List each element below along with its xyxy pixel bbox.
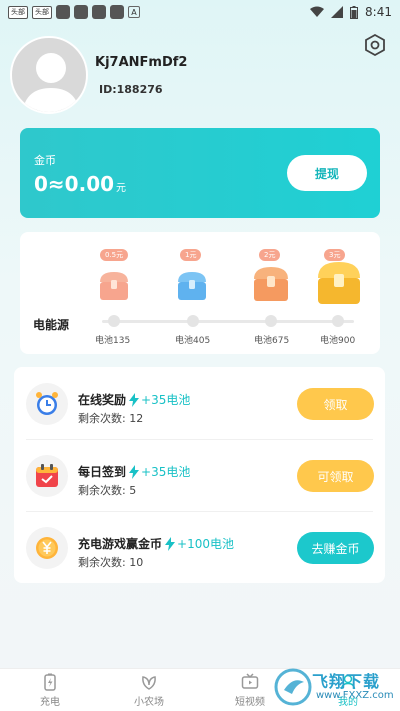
milestone-node <box>265 315 277 327</box>
nav-label: 充电 <box>40 697 60 708</box>
notification-chip: 头部 <box>32 5 52 19</box>
milestone-reward-tag: 0.5元 <box>100 249 129 261</box>
treasure-chest-icon[interactable] <box>314 260 364 306</box>
task-name: 每日签到 <box>78 465 127 479</box>
coin-balance-card: 金币 0≈0.00 元 提现 <box>20 128 380 218</box>
tasks-card: 在线奖励 +35电池 剩余次数: 12 领取 每日签到 +35电池 剩余次数: … <box>14 367 385 583</box>
nav-label: 短视频 <box>235 697 265 708</box>
task-title: 充电游戏赢金币 +100电池 <box>78 535 234 552</box>
task-remaining: 剩余次数: 5 <box>78 484 137 497</box>
coin-value: 0≈0.00 元 <box>34 172 126 196</box>
task-name: 充电游戏赢金币 <box>78 537 163 551</box>
milestone-caption: 电池900 <box>320 336 356 346</box>
coin-amount: 0≈0.00 <box>34 172 115 196</box>
divider <box>26 511 373 512</box>
notification-icon <box>74 5 88 19</box>
progress-track <box>102 320 354 323</box>
task-title: 在线奖励 +35电池 <box>78 391 190 408</box>
task-name: 在线奖励 <box>78 393 127 407</box>
battery-status-icon <box>350 5 359 19</box>
earn-coins-button[interactable]: 去赚金币 <box>297 532 374 564</box>
battery-progress-card: 电能源 0.5元 电池135 1元 电池405 2元 电池675 3元 电池90… <box>20 232 380 354</box>
treasure-chest-icon[interactable] <box>96 270 132 302</box>
milestone-reward-tag: 1元 <box>180 249 202 261</box>
nav-label: 小农场 <box>134 697 164 708</box>
battery-icon <box>44 673 56 691</box>
nav-item-charge[interactable]: 充电 <box>15 673 85 711</box>
nav-item-farm[interactable]: 小农场 <box>114 673 184 711</box>
task-row: 在线奖励 +35电池 剩余次数: 12 领取 <box>14 369 385 439</box>
tv-icon <box>241 673 259 689</box>
a-icon: A <box>128 6 140 18</box>
watermark-text: 飞翔下载 <box>312 672 381 691</box>
yuan-coin-icon <box>36 537 58 559</box>
treasure-chest-icon[interactable] <box>174 270 210 302</box>
alarm-clock-icon <box>36 392 58 415</box>
task-icon-wrap <box>26 383 68 425</box>
settings-hexagon-icon[interactable] <box>364 34 386 56</box>
calendar-icon <box>36 464 58 487</box>
energy-label: 电能源 <box>33 318 70 332</box>
user-id: ID:188276 <box>99 83 163 96</box>
status-bar: 头部 头部 A 8:41 <box>0 0 400 24</box>
task-reward: +35电池 <box>141 465 191 479</box>
avatar[interactable] <box>10 36 88 114</box>
notification-icon <box>110 5 124 19</box>
task-row: 充电游戏赢金币 +100电池 剩余次数: 10 去赚金币 <box>14 513 385 583</box>
milestone-reward-tag: 2元 <box>259 249 281 261</box>
task-reward: +35电池 <box>141 393 191 407</box>
wifi-icon <box>310 6 325 17</box>
milestone-node <box>187 315 199 327</box>
task-icon-wrap <box>26 527 68 569</box>
lightning-icon <box>129 392 140 407</box>
clock: 8:41 <box>365 5 392 19</box>
withdraw-button[interactable]: 提现 <box>287 155 367 191</box>
milestone-node <box>332 315 344 327</box>
task-reward: +100电池 <box>177 537 234 551</box>
notification-icon <box>92 5 106 19</box>
treasure-chest-icon[interactable] <box>250 265 292 303</box>
milestone-caption: 电池675 <box>254 336 290 346</box>
milestone-caption: 电池405 <box>175 336 211 346</box>
claimable-button[interactable]: 可领取 <box>297 460 374 492</box>
task-remaining: 剩余次数: 10 <box>78 556 144 569</box>
task-icon-wrap <box>26 455 68 497</box>
claim-button[interactable]: 领取 <box>297 388 374 420</box>
watermark-logo-icon <box>274 668 312 706</box>
leaf-icon <box>142 676 156 690</box>
watermark: 飞翔下载 www.FXXZ.com <box>272 664 396 710</box>
task-title: 每日签到 +35电池 <box>78 463 190 480</box>
signal-icon <box>331 6 344 18</box>
notification-icon <box>56 5 70 19</box>
task-remaining: 剩余次数: 12 <box>78 412 144 425</box>
lightning-icon <box>129 464 140 479</box>
username: Kj7ANFmDf2 <box>95 55 188 70</box>
watermark-url: www.FXXZ.com <box>316 690 394 701</box>
coin-label: 金币 <box>34 154 56 167</box>
default-avatar-icon <box>22 53 80 112</box>
notification-chip: 头部 <box>8 5 28 19</box>
divider <box>26 439 373 440</box>
milestone-caption: 电池135 <box>95 336 131 346</box>
coin-unit: 元 <box>116 183 127 194</box>
milestone-node <box>108 315 120 327</box>
task-row: 每日签到 +35电池 剩余次数: 5 可领取 <box>14 441 385 511</box>
lightning-icon <box>165 536 176 551</box>
